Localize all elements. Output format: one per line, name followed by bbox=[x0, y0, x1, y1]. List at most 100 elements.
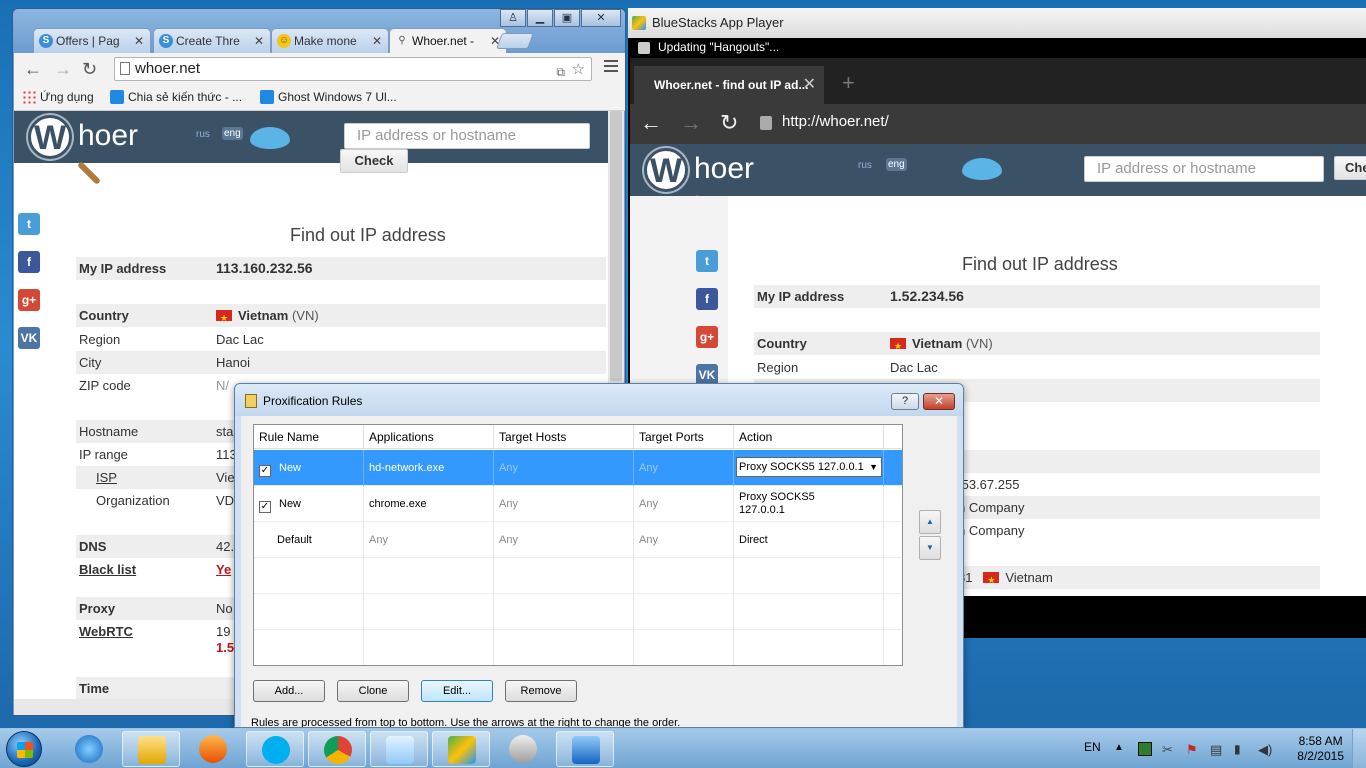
taskbar-explorer[interactable] bbox=[122, 731, 180, 767]
rule-enabled-checkbox[interactable]: ✓ bbox=[259, 501, 271, 513]
rule-enabled-checkbox[interactable]: ✓ bbox=[259, 465, 271, 477]
volume-icon[interactable]: ◀) bbox=[1258, 742, 1272, 757]
back-arrow-icon[interactable]: ← bbox=[640, 110, 662, 136]
scroll-thumb[interactable] bbox=[610, 111, 622, 381]
network-signal-icon[interactable]: ▮ bbox=[1234, 742, 1248, 756]
twitter-icon[interactable]: t bbox=[696, 250, 718, 272]
rule-row-default[interactable]: Default Any Any Any Direct bbox=[254, 522, 902, 558]
google-plus-icon[interactable]: g+ bbox=[18, 289, 40, 311]
address-bar-url[interactable]: http://whoer.net/ bbox=[782, 113, 889, 130]
tab-create-thread[interactable]: S Create Thre ✕ bbox=[153, 28, 271, 53]
address-bar[interactable]: whoer.net ☆ ⧉ bbox=[114, 57, 592, 81]
page-icon bbox=[120, 62, 130, 75]
check-button[interactable]: Check bbox=[340, 149, 408, 173]
bookmark-ghost-windows[interactable]: Ghost Windows 7 Ul... bbox=[260, 90, 397, 104]
show-hidden-icons-icon[interactable]: ▲ bbox=[1114, 742, 1128, 756]
ip-search-input[interactable]: IP address or hostname bbox=[1084, 156, 1324, 182]
my-ip-value: 1.52.234.56 bbox=[890, 288, 964, 304]
col-applications[interactable]: Applications bbox=[364, 425, 494, 449]
forward-arrow-icon[interactable]: → bbox=[54, 59, 72, 80]
edit-button[interactable]: Edit... bbox=[421, 680, 493, 702]
bookmark-star-icon[interactable]: ☆ bbox=[572, 59, 585, 81]
tab-whoer-android[interactable]: Whoer.net - find out IP ad... ✕ bbox=[634, 66, 824, 104]
new-tab-plus-icon[interactable]: + bbox=[842, 70, 855, 96]
action-center-icon[interactable]: ⚑ bbox=[1186, 742, 1200, 757]
close-button[interactable]: ✕ bbox=[923, 393, 955, 410]
move-down-button[interactable]: ▼ bbox=[919, 536, 941, 560]
tools-icon[interactable]: ✂ bbox=[1162, 742, 1176, 757]
close-icon[interactable]: ✕ bbox=[134, 29, 144, 53]
back-arrow-icon[interactable]: ← bbox=[24, 59, 42, 80]
taskbar-notepad[interactable] bbox=[370, 731, 428, 767]
tab-make-money[interactable]: ☺ Make mone ✕ bbox=[271, 28, 389, 53]
tab-whoer[interactable]: ⚲ Whoer.net - ✕ bbox=[389, 28, 507, 53]
forward-arrow-icon[interactable]: → bbox=[680, 110, 702, 136]
close-icon[interactable]: ✕ bbox=[254, 29, 264, 53]
restore-button[interactable]: ▣ bbox=[554, 9, 580, 27]
lang-eng[interactable]: eng bbox=[222, 127, 243, 140]
close-icon[interactable]: ✕ bbox=[803, 66, 816, 104]
user-icon[interactable]: ♙ bbox=[500, 9, 526, 27]
add-button[interactable]: Add... bbox=[253, 680, 325, 702]
lang-eng[interactable]: eng bbox=[886, 158, 907, 171]
bookmark-label: Chia sẻ kiến thức - ... bbox=[128, 90, 243, 104]
action-select[interactable]: Proxy SOCKS5 127.0.0.1 ▼ bbox=[736, 457, 882, 477]
webrtc-values: 19 1.5 bbox=[216, 624, 234, 656]
facebook-icon[interactable]: f bbox=[696, 288, 718, 310]
col-action[interactable]: Action bbox=[734, 425, 884, 449]
close-button[interactable]: ✕ bbox=[581, 9, 621, 27]
start-button[interactable] bbox=[6, 731, 42, 767]
minimize-button[interactable]: ▁ bbox=[527, 9, 553, 27]
col-target-ports[interactable]: Target Ports bbox=[634, 425, 734, 449]
row-label: Black list bbox=[79, 562, 137, 577]
lang-rus[interactable]: rus bbox=[858, 160, 872, 171]
vietnam-flag-icon bbox=[983, 569, 1000, 592]
language-indicator[interactable]: EN bbox=[1084, 740, 1101, 768]
lang-rus[interactable]: rus bbox=[196, 129, 210, 140]
taskbar-network-tool[interactable] bbox=[494, 731, 552, 767]
taskbar-media-player[interactable] bbox=[184, 731, 242, 767]
vk-icon[interactable]: VK bbox=[18, 327, 40, 349]
bookmark-apps[interactable]: Ứng dụng bbox=[22, 90, 94, 104]
device-icon[interactable]: ▤ bbox=[1210, 742, 1224, 757]
reload-icon[interactable]: ↻ bbox=[720, 110, 738, 136]
facebook-icon[interactable]: f bbox=[18, 251, 40, 273]
rule-row-hd-network[interactable]: ✓ New hd-network.exe Any Any Proxy SOCKS5… bbox=[254, 450, 902, 486]
reload-icon[interactable]: ↻ bbox=[82, 59, 97, 80]
translate-icon[interactable]: ⧉ bbox=[556, 61, 565, 83]
taskbar-proxifier[interactable] bbox=[556, 731, 614, 767]
chrome-toolbar: ← → ↻ whoer.net ☆ ⧉ bbox=[14, 53, 625, 85]
chevron-down-icon[interactable]: ▼ bbox=[869, 458, 878, 476]
taskbar-ie[interactable] bbox=[60, 731, 118, 767]
new-tab-button[interactable] bbox=[496, 33, 534, 49]
ip-search-input[interactable]: IP address or hostname bbox=[344, 123, 590, 149]
google-plus-icon[interactable]: g+ bbox=[696, 326, 718, 348]
help-button[interactable]: ? bbox=[891, 393, 919, 410]
tray-app-icon[interactable] bbox=[1138, 742, 1152, 756]
taskbar-bluestacks[interactable] bbox=[432, 731, 490, 767]
chrome-menu-icon[interactable] bbox=[604, 60, 618, 75]
address-bar-url: whoer.net bbox=[135, 60, 201, 77]
show-desktop-button[interactable] bbox=[1352, 729, 1366, 768]
clone-button[interactable]: Clone bbox=[337, 680, 409, 702]
internet-explorer-icon bbox=[75, 735, 103, 763]
remove-button[interactable]: Remove bbox=[505, 680, 577, 702]
skype-icon: S bbox=[39, 34, 53, 48]
row-label: IP range bbox=[79, 447, 128, 462]
close-icon[interactable]: ✕ bbox=[372, 29, 382, 53]
table-header: Rule Name Applications Target Hosts Targ… bbox=[254, 425, 902, 449]
twitter-icon[interactable]: t bbox=[18, 213, 40, 235]
col-target-hosts[interactable]: Target Hosts bbox=[494, 425, 634, 449]
blacklist-value[interactable]: Ye bbox=[216, 558, 231, 581]
taskbar-chrome[interactable] bbox=[308, 731, 366, 767]
whoer-logo-text: hoer bbox=[694, 152, 755, 185]
rule-row-chrome[interactable]: ✓ New chrome.exe Any Any Proxy SOCKS5 127.… bbox=[254, 486, 902, 522]
taskbar-skype[interactable] bbox=[246, 731, 304, 767]
clock[interactable]: 8:58 AM 8/2/2015 bbox=[1297, 734, 1344, 764]
check-button[interactable]: Che bbox=[1334, 156, 1366, 180]
move-up-button[interactable]: ▲ bbox=[919, 510, 941, 534]
tab-offers[interactable]: S Offers | Pag ✕ bbox=[33, 28, 151, 53]
col-rule-name[interactable]: Rule Name bbox=[254, 425, 364, 449]
rule-target-ports: Any bbox=[634, 486, 734, 522]
bookmark-chia-se[interactable]: Chia sẻ kiến thức - ... bbox=[110, 90, 242, 104]
